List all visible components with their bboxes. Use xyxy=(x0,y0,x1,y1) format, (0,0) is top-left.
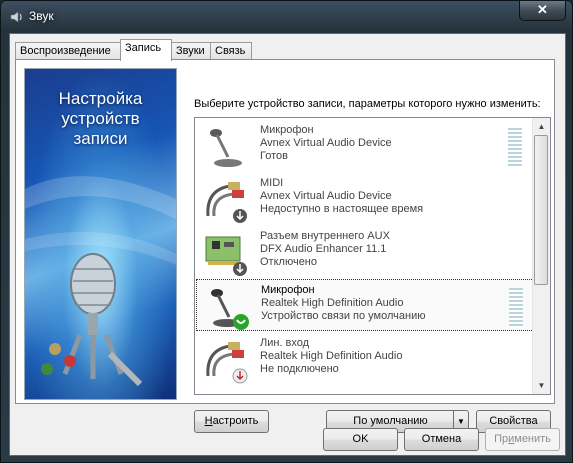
device-status: Устройство связи по умолчанию xyxy=(261,310,426,322)
button-mnemonic: Н xyxy=(204,415,213,427)
device-item-selected[interactable]: Микрофон Realtek High Definition Audio У… xyxy=(196,279,536,331)
device-name: Микрофон xyxy=(260,124,314,136)
level-meter xyxy=(508,128,522,168)
recording-device-list[interactable]: Микрофон Avnex Virtual Audio Device Гото… xyxy=(194,117,551,395)
button-label: менить xyxy=(514,433,551,445)
rca-cable-icon xyxy=(206,342,248,384)
button-label: Отмена xyxy=(421,433,462,445)
device-driver: Realtek High Definition Audio xyxy=(260,350,403,362)
tab-playback[interactable]: Воспроизведение xyxy=(15,42,121,60)
device-item[interactable]: Разъем внутреннего AUX DFX Audio Enhance… xyxy=(196,226,536,278)
button-label: Пр xyxy=(494,433,509,445)
device-driver: Realtek High Definition Audio xyxy=(261,297,404,309)
device-driver: Avnex Virtual Audio Device xyxy=(260,137,392,149)
microphone-illustration xyxy=(25,176,176,387)
close-button[interactable]: ✕ xyxy=(519,1,566,21)
scroll-up-icon[interactable]: ▲ xyxy=(533,118,550,135)
tab-sounds[interactable]: Звуки xyxy=(171,42,211,60)
tab-label: Запись xyxy=(125,42,162,54)
device-name: Лин. вход xyxy=(260,337,310,349)
tab-communications[interactable]: Связь xyxy=(210,42,252,60)
scroll-thumb[interactable] xyxy=(534,135,548,285)
dialog-client: Воспроизведение Запись Звуки Связь Настр… xyxy=(9,33,566,456)
device-name: Разъем внутреннего AUX xyxy=(260,230,390,242)
device-status: Готов xyxy=(260,150,288,162)
device-name: MIDI xyxy=(260,177,284,189)
device-status: Недоступно в настоящее время xyxy=(260,203,424,215)
sound-card-icon xyxy=(205,236,247,276)
title-bar[interactable]: Звук ✕ xyxy=(1,1,573,33)
apply-button[interactable]: Применить xyxy=(485,428,560,451)
button-label: Свойства xyxy=(489,415,538,427)
recording-tab-panel: Настройка устройств записи Выберите устр… xyxy=(15,59,555,433)
microphone-icon xyxy=(210,129,242,167)
close-icon: ✕ xyxy=(537,2,548,17)
tab-recording[interactable]: Запись xyxy=(120,39,172,61)
list-scrollbar[interactable]: ▲ ▼ xyxy=(532,118,550,394)
recording-banner: Настройка устройств записи xyxy=(24,68,177,400)
configure-button[interactable]: Настроить xyxy=(194,410,269,433)
ok-button[interactable]: OK xyxy=(323,428,398,451)
device-item[interactable]: Лин. вход Realtek High Definition Audio … xyxy=(196,333,536,385)
button-label: OK xyxy=(352,433,369,445)
device-status: Отключено xyxy=(260,256,317,268)
tab-label: Связь xyxy=(215,45,246,57)
device-status: Не подключено xyxy=(260,363,339,375)
instruction-text: Выберите устройство записи, параметры ко… xyxy=(194,98,541,110)
window-title: Звук xyxy=(29,9,54,23)
speaker-icon xyxy=(10,11,22,23)
scroll-down-icon[interactable]: ▼ xyxy=(533,377,550,394)
button-label: астроить xyxy=(212,415,259,427)
tab-label: Воспроизведение xyxy=(20,45,111,57)
device-name: Микрофон xyxy=(261,284,315,296)
tab-label: Звуки xyxy=(176,45,205,57)
sound-dialog-window: Звук ✕ Воспроизведение Запись Звуки Связ… xyxy=(0,0,573,463)
device-driver: DFX Audio Enhancer 11.1 xyxy=(260,243,387,255)
microphone-icon xyxy=(211,289,249,330)
device-item[interactable]: MIDI Avnex Virtual Audio Device Недоступ… xyxy=(196,173,536,225)
device-item[interactable]: Микрофон Avnex Virtual Audio Device Гото… xyxy=(196,120,536,172)
cancel-button[interactable]: Отмена xyxy=(404,428,479,451)
rca-cable-icon xyxy=(206,182,247,223)
device-driver: Avnex Virtual Audio Device xyxy=(260,190,392,202)
level-meter xyxy=(509,288,523,328)
